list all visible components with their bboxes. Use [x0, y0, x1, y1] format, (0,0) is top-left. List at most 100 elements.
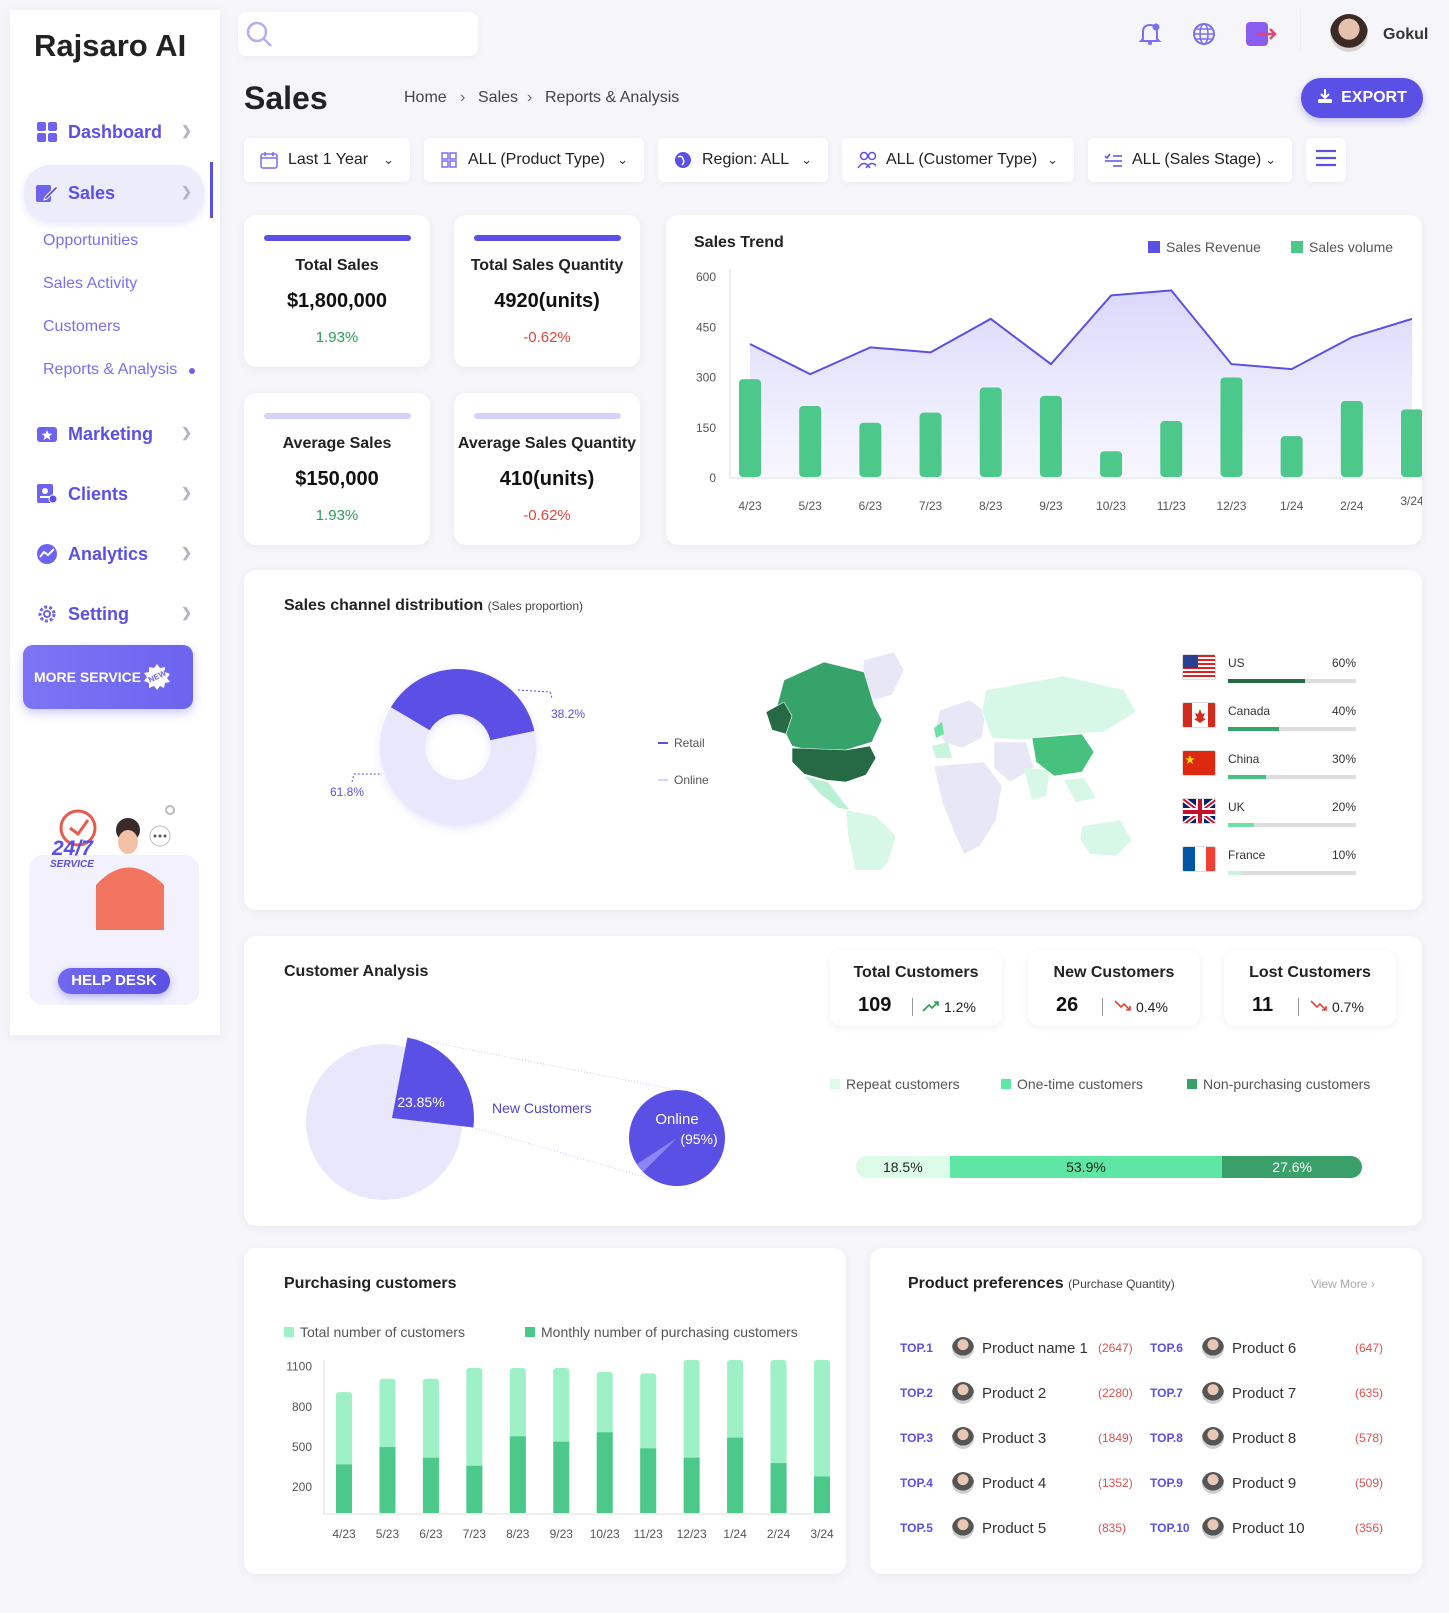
breadcrumb-home[interactable]: Home [404, 89, 447, 107]
search-input[interactable] [238, 12, 478, 56]
product-row[interactable]: TOP.7 Product 7 (635) [1150, 1379, 1390, 1407]
sidebar-subitem-reports[interactable]: Reports & Analysis [43, 361, 177, 379]
sidebar-item-analytics[interactable]: Analytics ❯ [24, 529, 204, 579]
product-rank: TOP.10 [1150, 1521, 1190, 1535]
product-row[interactable]: TOP.5 Product 5 (835) [900, 1514, 1140, 1542]
legend-item: Retail [658, 736, 705, 750]
marketing-icon [36, 423, 58, 445]
list-check-icon [1104, 151, 1122, 169]
bell-icon[interactable] [1138, 22, 1162, 51]
product-row[interactable]: TOP.10 Product 10 (356) [1150, 1514, 1390, 1542]
volume-bar [859, 422, 882, 477]
legend-swatch [830, 1079, 840, 1089]
product-row[interactable]: TOP.8 Product 8 (578) [1150, 1424, 1390, 1452]
search-icon [246, 21, 272, 52]
x-tick-label: 3/24 [810, 1527, 834, 1541]
product-thumbnail [952, 1337, 974, 1359]
kpi-value: 4920(units) [494, 290, 600, 312]
sidebar-item-sales[interactable]: Sales ❯ [24, 165, 204, 221]
segment-bar-part: 27.6% [1222, 1156, 1362, 1178]
product-rank: TOP.5 [900, 1521, 933, 1535]
metric-value: 11 [1252, 994, 1274, 1016]
product-name: Product name 1 [982, 1339, 1088, 1357]
product-quantity: (1849) [1098, 1431, 1133, 1445]
help-desk-button[interactable]: HELP DESK [58, 968, 170, 994]
online-value-label: (95%) [680, 1131, 717, 1147]
product-row[interactable]: TOP.3 Product 3 (1849) [900, 1424, 1140, 1452]
x-tick-label: 8/23 [506, 1527, 530, 1541]
avatar[interactable] [1330, 14, 1368, 52]
country-row: China 30% [1182, 750, 1362, 790]
sidebar-subitem-sales-activity[interactable]: Sales Activity [43, 275, 137, 293]
volume-bar [739, 379, 761, 477]
x-tick-label: 1/24 [723, 1527, 747, 1541]
sidebar-subitem-customers[interactable]: Customers [43, 318, 120, 336]
leader-line [517, 689, 553, 699]
product-row[interactable]: TOP.1 Product name 1 (2647) [900, 1334, 1140, 1362]
x-tick-label: 10/23 [590, 1527, 620, 1541]
product-row[interactable]: TOP.4 Product 4 (1352) [900, 1469, 1140, 1497]
country-row: US 60% [1182, 654, 1362, 694]
product-quantity: (635) [1355, 1386, 1384, 1400]
country-name: France [1228, 848, 1266, 862]
product-row[interactable]: TOP.2 Product 2 (2280) [900, 1379, 1140, 1407]
volume-bar [919, 412, 942, 477]
breadcrumb-current: Reports & Analysis [545, 89, 680, 106]
user-name[interactable]: Gokul [1383, 26, 1428, 44]
country-progress-track [1228, 775, 1356, 779]
sidebar-item-setting[interactable]: Setting ❯ [24, 589, 204, 639]
volume-bar [1220, 377, 1243, 477]
chevron-right-icon: ❯ [181, 485, 192, 500]
sidebar-item-label: Clients [68, 483, 129, 504]
x-tick-label: 11/23 [1157, 499, 1186, 513]
breadcrumb-separator-icon: › [527, 89, 533, 106]
filter-sales-stage[interactable]: ALL (Sales Stage) ⌄ [1088, 138, 1292, 182]
legend-swatch [658, 779, 668, 781]
sidebar-item-clients[interactable]: Clients ❯ [24, 469, 204, 519]
export-button[interactable]: EXPORT [1301, 78, 1423, 118]
legend-swatch [1001, 1079, 1011, 1089]
lost-customers-card: Lost Customers 11 0.7% [1224, 950, 1396, 1026]
product-name: Product 5 [982, 1519, 1047, 1537]
kpi-label: Average Sales [282, 435, 392, 452]
product-rank: TOP.1 [900, 1341, 933, 1355]
purchasing-customers-bar [596, 1432, 613, 1513]
product-name: Product 7 [1232, 1384, 1297, 1402]
chevron-down-icon: ⌄ [383, 152, 394, 167]
users-icon [858, 151, 876, 169]
more-service-button[interactable]: MORE SERVICE NEW [23, 645, 193, 709]
filter-period[interactable]: Last 1 Year ⌄ [244, 138, 410, 182]
kpi-total-sales-quantity: Total Sales Quantity 4920(units) -0.62% [454, 215, 640, 367]
country-name: Canada [1228, 704, 1271, 718]
product-thumbnail [952, 1472, 974, 1494]
pie-callout-label: New Customers [492, 1100, 592, 1116]
sidebar-subitem-opportunities[interactable]: Opportunities [43, 232, 138, 250]
filter-product-type[interactable]: ALL (Product Type) ⌄ [424, 138, 644, 182]
filter-customer-type[interactable]: ALL (Customer Type) ⌄ [842, 138, 1074, 182]
filter-label: ALL (Product Type) [468, 151, 605, 168]
view-more-link[interactable]: View More › [1311, 1277, 1375, 1291]
purchasing-customers-card: Purchasing customers Total number of cus… [244, 1248, 846, 1574]
product-row[interactable]: TOP.6 Product 6 (647) [1150, 1334, 1390, 1362]
sidebar-item-marketing[interactable]: Marketing ❯ [24, 409, 204, 459]
country-row: UK 20% [1182, 798, 1362, 838]
legend-swatch [1187, 1079, 1197, 1089]
chevron-down-icon: ❯ [181, 184, 192, 199]
filter-label: ALL (Customer Type) [886, 151, 1038, 168]
menu-button[interactable] [1306, 138, 1346, 182]
x-tick-label: 6/23 [419, 1527, 443, 1541]
logout-icon[interactable] [1246, 21, 1278, 52]
chevron-down-icon: ⌄ [1047, 152, 1058, 167]
breadcrumb-sales[interactable]: Sales [478, 89, 518, 107]
chart-subtitle: (Purchase Quantity) [1068, 1277, 1175, 1291]
filter-region[interactable]: Region: ALL ⌄ [658, 138, 828, 182]
product-quantity: (578) [1355, 1431, 1384, 1445]
sidebar-item-dashboard[interactable]: Dashboard ❯ [24, 107, 204, 157]
product-name: Product 10 [1232, 1519, 1305, 1537]
legend-item: Repeat customers [830, 1076, 960, 1092]
country-progress-fill [1228, 871, 1241, 875]
product-quantity: (2647) [1098, 1341, 1133, 1355]
product-row[interactable]: TOP.9 Product 9 (509) [1150, 1469, 1390, 1497]
product-name: Product 8 [1232, 1429, 1297, 1447]
globe-icon[interactable] [1192, 22, 1216, 51]
